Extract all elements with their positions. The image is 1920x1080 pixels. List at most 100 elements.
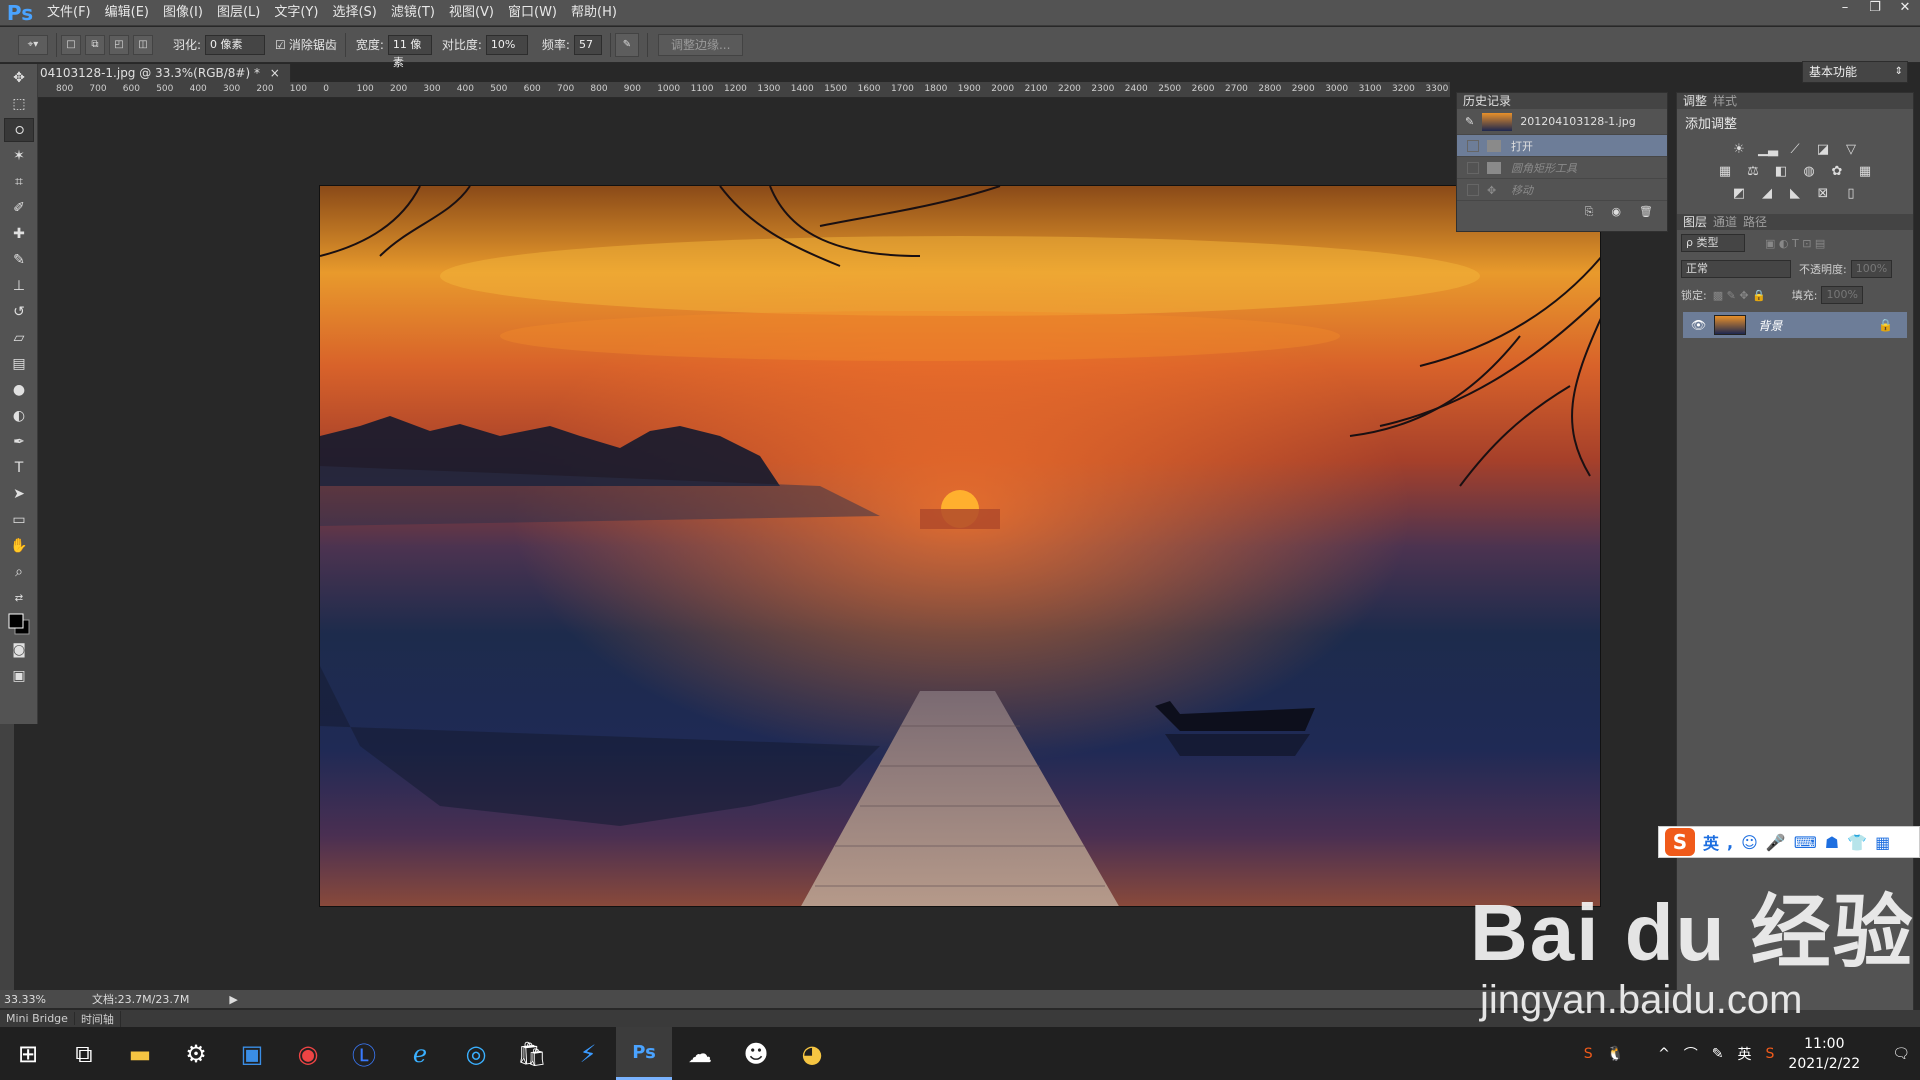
qq-icon[interactable]: 🐧 [1607,1046,1624,1062]
history-item[interactable]: 打开 [1457,135,1667,157]
thunder-icon[interactable]: ⚡ [560,1027,616,1080]
tray-language[interactable]: 英 [1738,1044,1752,1064]
camera-icon[interactable]: ◉ [1611,205,1621,219]
baidu-netdisk-icon[interactable]: ☁ [672,1027,728,1080]
hue-sat-icon[interactable]: ▦ [1716,164,1734,180]
photoshop-taskbar-icon[interactable]: Ps [616,1027,672,1080]
restore-button[interactable]: ❐ [1860,0,1890,18]
menu-select[interactable]: 选择(S) [325,0,383,26]
sogou-ime-icon[interactable]: S [1766,1046,1775,1062]
color-lookup-icon[interactable]: ▦ [1856,164,1874,180]
store-icon[interactable]: 🛍 [504,1027,560,1080]
menu-image[interactable]: 图像(I) [156,0,210,26]
sogou-tray-icon[interactable]: S [1584,1046,1593,1062]
screen-mode-icon[interactable]: ▣ [4,664,34,688]
history-checkbox[interactable] [1467,161,1479,174]
menu-view[interactable]: 视图(V) [442,0,501,26]
gradient-map-icon[interactable]: ▯ [1842,186,1860,202]
color-balance-icon[interactable]: ⚖ [1744,164,1762,180]
ime-language[interactable]: 英 [1703,830,1719,854]
photos-icon[interactable]: ▣ [224,1027,280,1080]
magic-wand-icon[interactable]: ✶ [4,144,34,168]
selective-color-icon[interactable]: ⊠ [1814,186,1832,202]
antialias-checkbox[interactable]: ☑ [275,38,286,52]
add-selection-icon[interactable]: ⧉ [85,34,105,55]
notification-icon[interactable]: 🗨 [1892,1046,1910,1062]
subtract-selection-icon[interactable]: ◰ [109,34,129,55]
opacity-input[interactable]: 100% [1850,260,1893,278]
network-icon[interactable]: ⌒ [1684,1044,1698,1064]
workspace-select[interactable]: 基本功能 [1802,61,1908,83]
document-canvas[interactable] [319,185,1601,907]
crop-tool-icon[interactable]: ⌗ [4,170,34,194]
lock-icons[interactable]: ▩ ✎ ✥ 🔒 [1713,289,1766,302]
feather-input[interactable]: 0 像素 [205,34,266,55]
blend-mode-select[interactable]: 正常 [1681,260,1791,278]
frequency-input[interactable]: 57 [573,34,602,55]
channel-mixer-icon[interactable]: ✿ [1828,164,1846,180]
settings-icon[interactable]: ⚙ [168,1027,224,1080]
ie-icon[interactable]: ℯ [392,1027,448,1080]
pen-icon[interactable]: ✎ [1712,1046,1724,1062]
swap-colors-icon[interactable]: ⇄ [4,586,34,610]
history-brush-icon[interactable]: ↺ [4,300,34,324]
menu-type[interactable]: 文字(Y) [267,0,325,26]
eye-icon[interactable]: 👁 [1691,318,1706,332]
quick-mask-icon[interactable]: ◙ [4,638,34,662]
intersect-selection-icon[interactable]: ◫ [133,34,153,55]
apps-icon[interactable]: ▦ [1875,833,1890,852]
user-icon[interactable]: ☗ [1825,833,1839,852]
tab-adjustments[interactable]: 调整 [1683,93,1713,109]
width-input[interactable]: 11 像素 [387,34,432,69]
history-snapshot[interactable]: ✎ 201204103128-1.jpg [1457,109,1667,135]
fill-input[interactable]: 100% [1821,286,1863,304]
browser-icon[interactable]: ◎ [448,1027,504,1080]
marquee-tool-icon[interactable]: ⬚ [4,92,34,116]
document-close-icon[interactable]: × [270,66,280,80]
menu-help[interactable]: 帮助(H) [564,0,624,26]
menu-window[interactable]: 窗口(W) [501,0,564,26]
emoji-icon[interactable]: ☺ [1741,833,1758,852]
menu-file[interactable]: 文件(F) [40,0,98,26]
shape-tool-icon[interactable]: ▭ [4,508,34,532]
zoom-level[interactable]: 33.33% [4,993,46,1006]
move-tool-icon[interactable]: ✥ [4,66,34,90]
dodge-tool-icon[interactable]: ◐ [4,404,34,428]
vibrance-icon[interactable]: ▽ [1842,142,1860,158]
task-view-icon[interactable]: ⧉ [56,1027,112,1080]
lasso-tool-preset-icon[interactable]: ⌖▾ [18,34,48,55]
type-tool-icon[interactable]: T [4,456,34,480]
document-tab[interactable]: 04103128-1.jpg @ 33.3%(RGB/8#) * × [38,64,291,82]
hand-tool-icon[interactable]: ✋ [4,534,34,558]
tab-mini-bridge[interactable]: Mini Bridge [0,1012,75,1025]
layer-row[interactable]: 👁 背景 🔒 [1683,312,1907,338]
invert-icon[interactable]: ◩ [1730,186,1748,202]
close-button[interactable]: ✕ [1890,0,1920,18]
lasso-tool-icon[interactable]: ഠ [4,118,34,142]
menu-filter[interactable]: 滤镜(T) [384,0,442,26]
file-explorer-icon[interactable]: ▬ [112,1027,168,1080]
keyboard-icon[interactable]: ⌨ [1794,833,1817,852]
trash-icon[interactable]: 🗑 [1639,205,1653,219]
layer-filter-select[interactable]: ρ 类型 [1681,234,1745,252]
menu-edit[interactable]: 编辑(E) [98,0,156,26]
chrome-icon[interactable]: ◉ [280,1027,336,1080]
gradient-icon[interactable]: ▤ [4,352,34,376]
media-player-icon[interactable]: ◕ [784,1027,840,1080]
brush-tool-icon[interactable]: ✎ [4,248,34,272]
blur-tool-icon[interactable]: ● [4,378,34,402]
tab-layers[interactable]: 图层 [1683,214,1713,230]
levels-icon[interactable]: ▁▃ [1758,142,1778,158]
tab-timeline[interactable]: 时间轴 [75,1010,121,1027]
filter-icons[interactable]: ▣ ◐ T ⊡ ▤ [1765,237,1825,250]
eyedropper-icon[interactable]: ✐ [4,196,34,220]
healing-brush-icon[interactable]: ✚ [4,222,34,246]
tab-styles[interactable]: 样式 [1713,93,1743,109]
skin-icon[interactable]: 👕 [1847,833,1867,852]
zoom-tool-icon[interactable]: ⌕ [4,560,34,584]
tab-paths[interactable]: 路径 [1743,214,1773,230]
minimize-button[interactable]: – [1830,0,1860,18]
menu-layer[interactable]: 图层(L) [210,0,267,26]
clone-stamp-icon[interactable]: ⊥ [4,274,34,298]
black-white-icon[interactable]: ◧ [1772,164,1790,180]
